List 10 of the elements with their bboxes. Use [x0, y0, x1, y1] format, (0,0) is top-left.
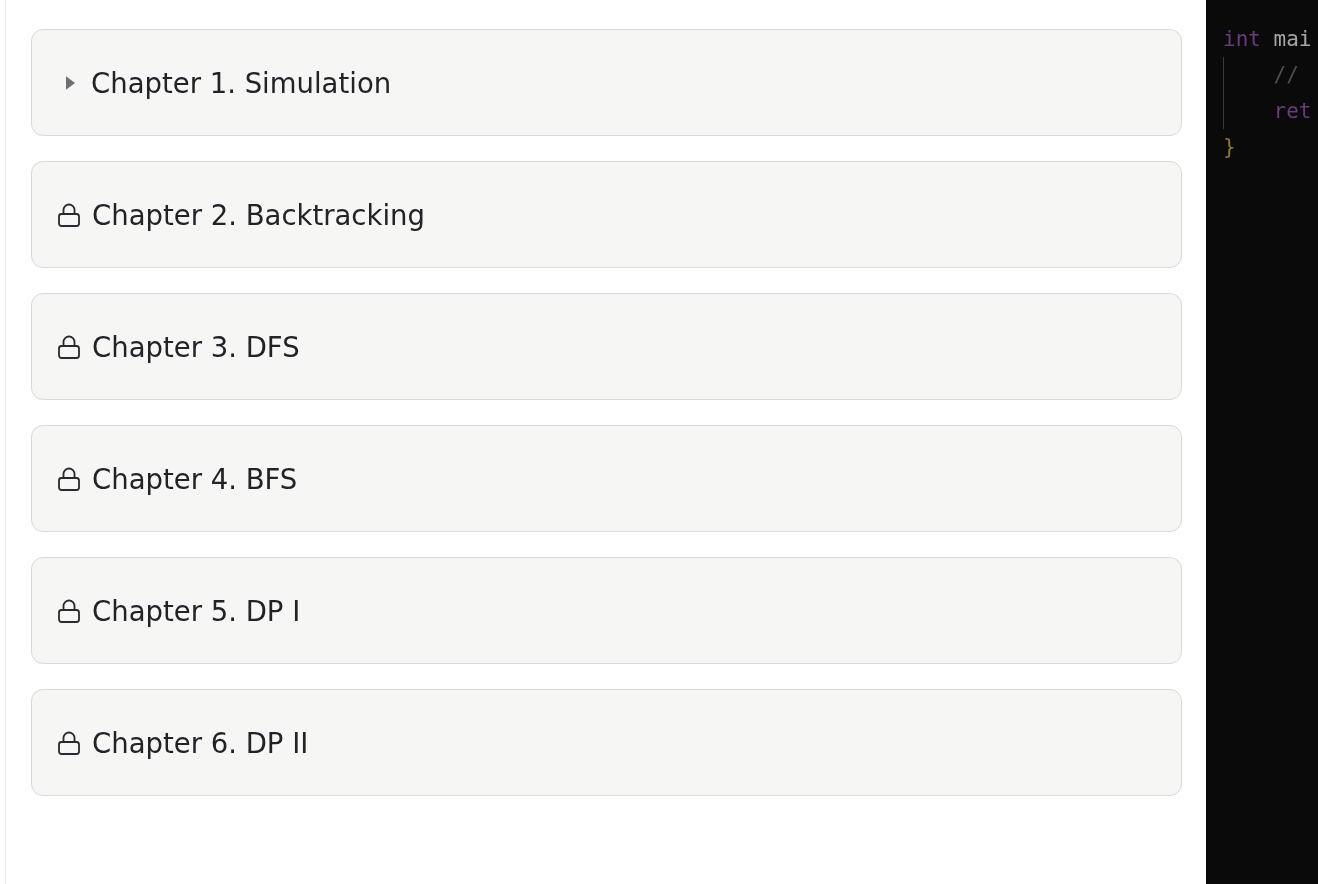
chapter-header[interactable]: Chapter 4. BFS — [31, 425, 1182, 532]
chapter-header[interactable]: Chapter 3. DFS — [31, 293, 1182, 400]
chapter-header[interactable]: Chapter 1. Simulation — [31, 29, 1182, 136]
chapter-header[interactable]: Chapter 2. Backtracking — [31, 161, 1182, 268]
code-line: ret — [1223, 93, 1312, 129]
code-line: int mai — [1223, 26, 1312, 53]
chapter-header[interactable]: Chapter 6. DP II — [31, 689, 1182, 796]
code-line: } — [1223, 134, 1236, 161]
chapter-header[interactable]: Chapter 5. DP I — [31, 557, 1182, 664]
code-line: // — [1223, 57, 1299, 93]
